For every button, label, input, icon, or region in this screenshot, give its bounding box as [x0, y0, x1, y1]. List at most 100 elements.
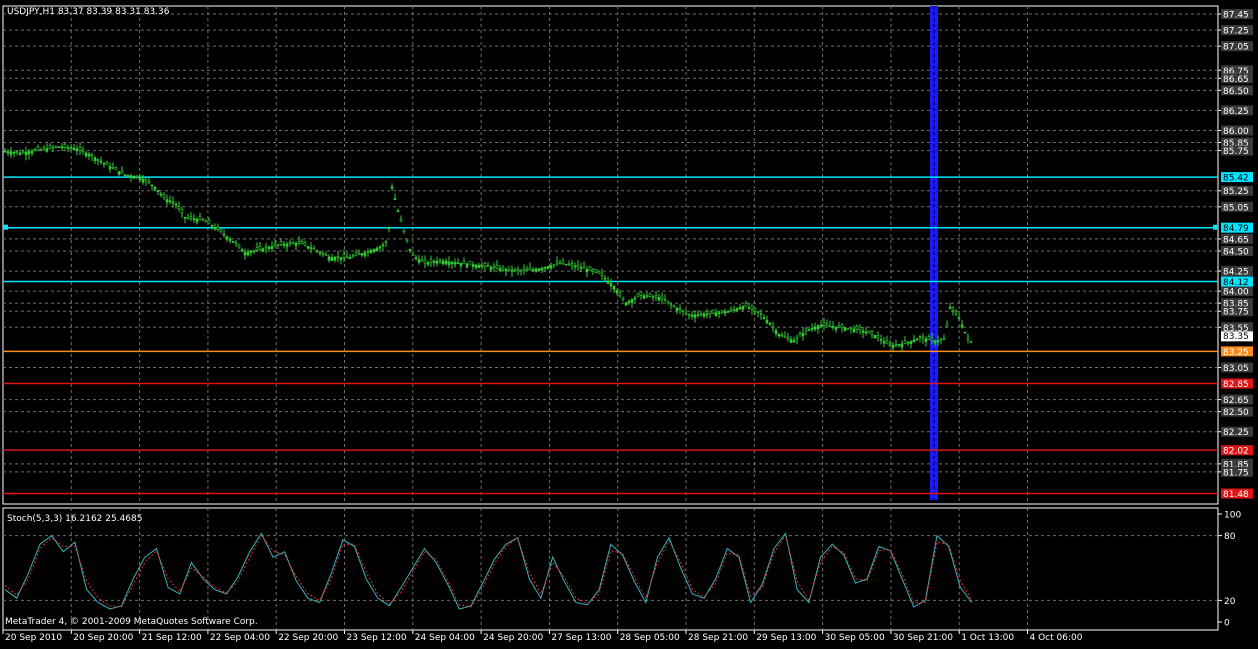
candle [69, 147, 73, 150]
candle [945, 324, 949, 327]
candle [870, 331, 874, 335]
candle [57, 146, 61, 149]
candle [678, 308, 682, 311]
candle [762, 317, 766, 319]
candle [96, 159, 100, 161]
candle [642, 295, 646, 299]
candle [537, 268, 541, 271]
candle [948, 306, 952, 309]
candle [348, 257, 352, 259]
candle [180, 209, 184, 214]
candle [402, 229, 406, 232]
candle [558, 262, 562, 265]
candle [210, 225, 214, 227]
line-handle-left[interactable] [3, 224, 8, 230]
candle [468, 260, 472, 265]
candle [693, 314, 697, 318]
candle [285, 243, 289, 247]
candle [90, 153, 94, 157]
candle [708, 310, 712, 314]
candle [576, 264, 580, 267]
candle [723, 311, 727, 314]
candle [141, 178, 145, 183]
line-handle-right[interactable] [1213, 224, 1218, 230]
candle [201, 218, 205, 221]
candle [831, 326, 835, 328]
candle [594, 269, 598, 273]
candle [300, 241, 304, 245]
candle [126, 174, 130, 177]
x-tick-label: 22 Sep 20:00 [278, 633, 338, 643]
candle [198, 216, 202, 220]
candle [960, 324, 964, 328]
candle [177, 206, 181, 209]
candle [789, 339, 793, 343]
candle [321, 252, 325, 255]
candle [828, 325, 832, 328]
candle [342, 253, 346, 258]
y-tick-label: 85.75 [1223, 147, 1249, 157]
candle [120, 170, 124, 174]
candle [630, 299, 634, 303]
candle [936, 340, 940, 343]
y-tick-label: 85.05 [1223, 203, 1249, 213]
candle [483, 263, 487, 267]
candle [288, 241, 292, 245]
candle [450, 261, 454, 264]
candle [858, 326, 862, 331]
candle [942, 338, 946, 340]
candle [930, 337, 934, 341]
candle [651, 296, 655, 298]
candle [597, 270, 601, 274]
candle [231, 241, 235, 243]
candle [108, 166, 112, 170]
candle [777, 333, 781, 337]
stoch-tick-label: 80 [1224, 532, 1236, 542]
candle [33, 149, 37, 151]
candle [834, 326, 838, 330]
candle [240, 249, 244, 252]
price-panel[interactable] [2, 5, 1219, 505]
candle [390, 186, 394, 189]
y-tick-label: 84.25 [1223, 268, 1249, 278]
candle [354, 252, 358, 256]
candle [264, 246, 268, 249]
candle [372, 248, 376, 252]
candle [12, 151, 16, 154]
candle [216, 226, 220, 230]
candle [159, 193, 163, 196]
candle [570, 263, 574, 266]
candle [864, 331, 868, 334]
candle [786, 337, 790, 339]
candle [867, 330, 871, 334]
candle [399, 219, 403, 222]
candle [312, 247, 316, 250]
x-tick-label: 30 Sep 05:00 [825, 633, 885, 643]
candle [465, 263, 469, 268]
candle [888, 343, 892, 347]
x-tick-label: 20 Sep 2010 [5, 633, 62, 643]
candle [717, 312, 721, 314]
candle [891, 344, 895, 348]
chart-svg[interactable]: 20 Sep 2010 20 Sep 20:00 21 Sep 12:00 22 Se… [0, 0, 1258, 645]
level-price-label: 84.12 [1223, 278, 1249, 288]
candle [873, 335, 877, 339]
candle [105, 161, 109, 166]
candle [909, 340, 913, 344]
candle [681, 309, 685, 312]
candle [534, 268, 538, 272]
candle [183, 216, 187, 219]
candle [903, 340, 907, 344]
level-price-label: 81.48 [1223, 490, 1249, 500]
candle [375, 247, 379, 251]
candle [438, 259, 442, 262]
y-tick-label: 87.45 [1223, 11, 1249, 21]
y-tick-label: 86.65 [1223, 75, 1249, 85]
stochastic-panel[interactable] [2, 507, 1219, 631]
candle [294, 242, 298, 246]
candle [99, 160, 103, 163]
chart-window[interactable]: 20 Sep 2010 20 Sep 20:00 21 Sep 12:00 22 Se… [0, 0, 1258, 645]
candle [27, 151, 31, 155]
candle [405, 238, 409, 241]
candle [507, 266, 511, 271]
